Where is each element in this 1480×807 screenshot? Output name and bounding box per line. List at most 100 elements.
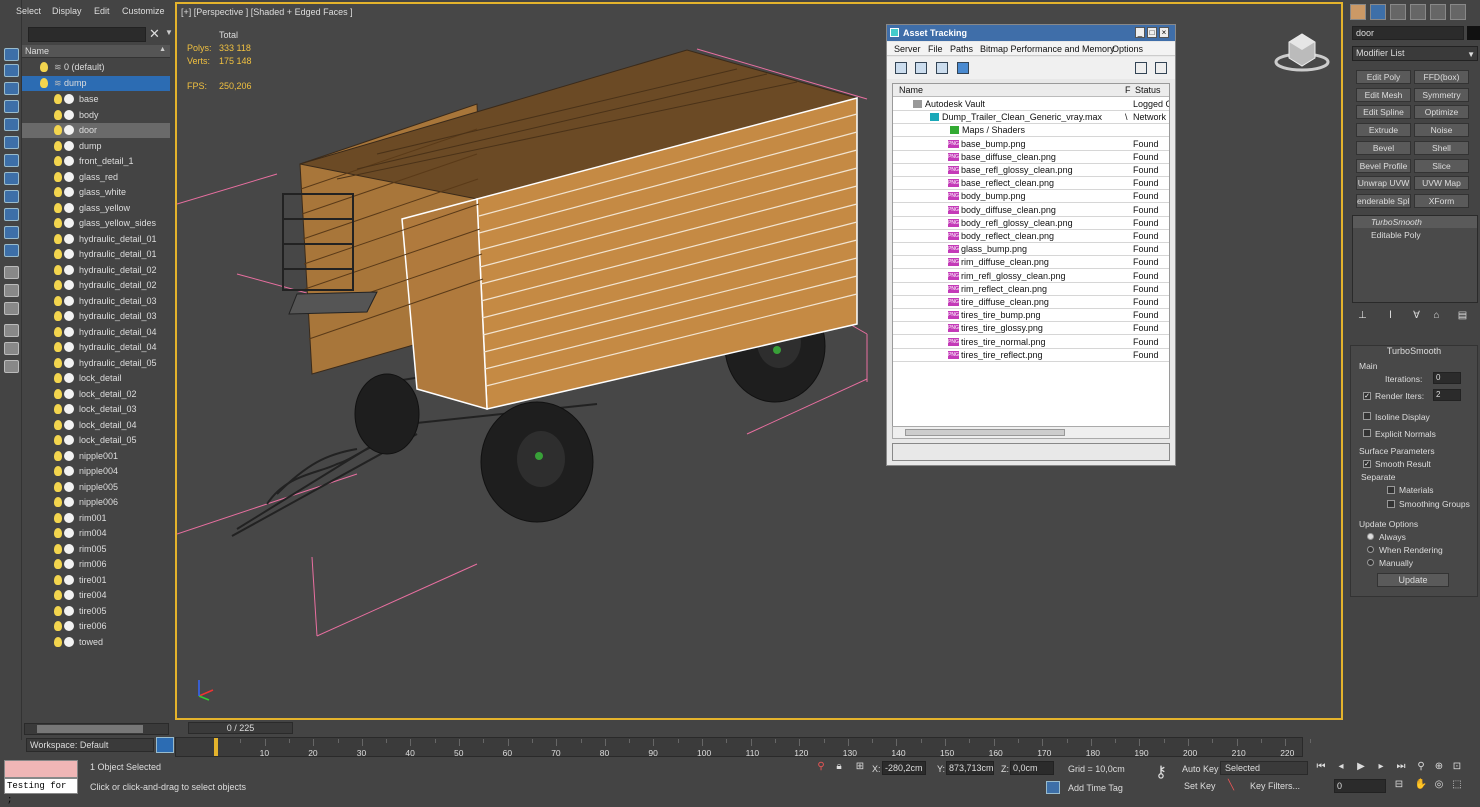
explorer-scrollbar[interactable]: [24, 723, 169, 735]
lightbulb-icon[interactable]: [54, 249, 62, 259]
object-row[interactable]: glass_white: [22, 185, 170, 200]
asset-row[interactable]: PNG base_bump.png Found: [893, 138, 1169, 151]
menu-paths[interactable]: Paths: [950, 44, 973, 54]
lightbulb-icon[interactable]: [54, 94, 62, 104]
modifier-button[interactable]: XForm: [1414, 193, 1469, 208]
object-row[interactable]: glass_yellow_sides: [22, 216, 170, 231]
lightbulb-icon[interactable]: [54, 621, 62, 631]
menu-edit[interactable]: Edit: [94, 6, 110, 16]
lightbulb-icon[interactable]: [54, 109, 62, 120]
maxscript-listener-output[interactable]: [4, 760, 78, 778]
x-coordinate[interactable]: -280,2cm: [882, 761, 926, 775]
modifier-button[interactable]: Slice: [1414, 158, 1469, 173]
lightbulb-icon[interactable]: [54, 404, 62, 414]
configure-sets-icon[interactable]: ▤: [1456, 311, 1469, 322]
lightbulb-icon[interactable]: [54, 156, 62, 166]
maximize-icon[interactable]: □: [1147, 27, 1157, 38]
lightbulb-icon[interactable]: [54, 218, 62, 228]
minimize-icon[interactable]: _: [1135, 27, 1145, 38]
object-row[interactable]: hydraulic_detail_05: [22, 356, 170, 371]
display-none-icon[interactable]: [4, 284, 19, 297]
asset-row[interactable]: PNG tires_tire_reflect.png Found: [893, 349, 1169, 362]
object-row[interactable]: rim006: [22, 557, 170, 572]
object-row[interactable]: glass_red: [22, 170, 170, 185]
workspace-dropdown[interactable]: Workspace: Default: [26, 738, 154, 752]
asset-row[interactable]: PNG base_refl_glossy_clean.png Found: [893, 164, 1169, 177]
asset-row[interactable]: PNG glass_bump.png Found: [893, 243, 1169, 257]
asset-row[interactable]: PNG tires_tire_glossy.png Found: [893, 322, 1169, 336]
zoom-icon[interactable]: ⚲: [1414, 761, 1428, 774]
go-to-start-icon[interactable]: ⏮: [1314, 761, 1328, 774]
make-unique-icon[interactable]: ∀: [1410, 311, 1423, 322]
set-key-button[interactable]: Set Key: [1184, 781, 1216, 791]
modify-tab-icon[interactable]: [1370, 4, 1386, 20]
lightbulb-icon[interactable]: [54, 280, 62, 290]
asset-row[interactable]: PNG body_bump.png Found: [893, 190, 1169, 204]
modifier-button[interactable]: Extrude: [1356, 123, 1411, 138]
smoothing-groups-checkbox[interactable]: [1387, 500, 1395, 508]
settings-icon[interactable]: [1155, 62, 1167, 74]
asset-row[interactable]: PNG base_reflect_clean.png Found: [893, 177, 1169, 191]
object-row[interactable]: lock_detail: [22, 371, 170, 386]
asset-row[interactable]: PNG tires_tire_normal.png Found: [893, 336, 1169, 349]
display-all-icon[interactable]: [4, 266, 19, 279]
object-row[interactable]: nipple006: [22, 495, 170, 510]
object-row[interactable]: hydraulic_detail_01: [22, 247, 170, 262]
asset-row[interactable]: Autodesk Vault Logged Out: [893, 98, 1169, 111]
stack-item-editable-poly[interactable]: Editable Poly: [1353, 229, 1477, 241]
maximize-viewport-icon[interactable]: ⬚: [1450, 779, 1464, 792]
modifier-button[interactable]: FFD(box): [1414, 70, 1469, 84]
set-key-icon[interactable]: ╲: [1224, 780, 1238, 793]
hierarchy-icon[interactable]: [4, 342, 19, 355]
create-tab-icon[interactable]: [1350, 4, 1366, 20]
menu-options[interactable]: Options: [1112, 44, 1143, 54]
key-filters-button[interactable]: Key Filters...: [1250, 781, 1300, 791]
asset-row[interactable]: PNG base_diffuse_clean.png Found: [893, 151, 1169, 164]
lightbulb-icon[interactable]: [54, 497, 62, 507]
lightbulb-icon[interactable]: [54, 202, 62, 213]
asset-row[interactable]: Maps / Shaders: [893, 124, 1169, 138]
lightbulb-icon[interactable]: [54, 373, 62, 383]
asset-row[interactable]: PNG body_diffuse_clean.png Found: [893, 204, 1169, 217]
refresh-icon[interactable]: [895, 62, 907, 74]
object-row[interactable]: door: [22, 123, 170, 138]
lightbulb-icon[interactable]: [54, 481, 62, 492]
lightbulb-icon[interactable]: [54, 528, 62, 538]
lightbulb-icon[interactable]: [54, 419, 62, 430]
help-icon[interactable]: [1135, 62, 1147, 74]
lightbulb-icon[interactable]: [54, 466, 62, 476]
invert-display-icon[interactable]: [4, 302, 19, 315]
find-input[interactable]: [28, 27, 146, 42]
asset-row[interactable]: Dump_Trailer_Clean_Generic_vray.max \ Netw…: [893, 111, 1169, 125]
modifier-button[interactable]: Edit Spline: [1356, 105, 1411, 120]
maxscript-input[interactable]: Testing for ;: [4, 778, 78, 805]
lightbulb-icon[interactable]: [54, 311, 62, 321]
find-dropdown-icon[interactable]: ▼: [165, 28, 173, 37]
manually-radio[interactable]: [1367, 559, 1374, 566]
modifier-button[interactable]: Noise: [1414, 123, 1469, 138]
lightbulb-icon[interactable]: [54, 636, 62, 647]
object-row[interactable]: hydraulic_detail_04: [22, 340, 170, 355]
col-status[interactable]: Status: [1135, 85, 1161, 95]
stack-item-turbosmooth[interactable]: TurboSmooth: [1353, 216, 1477, 228]
object-row[interactable]: lock_detail_04: [22, 418, 170, 433]
y-coordinate[interactable]: 873,713cm: [946, 761, 994, 775]
pan-icon[interactable]: ✋: [1414, 779, 1428, 792]
object-row[interactable]: hydraulic_detail_03: [22, 294, 170, 309]
lightbulb-icon[interactable]: [54, 140, 62, 151]
display-spacewarps-icon[interactable]: [4, 136, 19, 149]
display-helpers-icon[interactable]: [4, 118, 19, 131]
modifier-button[interactable]: Bevel Profile: [1356, 158, 1411, 173]
auto-key-button[interactable]: Auto Key: [1182, 764, 1219, 774]
modifier-button[interactable]: Edit Mesh: [1356, 87, 1411, 102]
clear-find-icon[interactable]: ✕: [149, 26, 160, 42]
lightbulb-icon[interactable]: [54, 590, 62, 600]
iterations-spinner[interactable]: 0: [1433, 372, 1461, 384]
object-row[interactable]: front_detail_1: [22, 154, 170, 169]
object-row[interactable]: tire006: [22, 619, 170, 634]
table-view-icon[interactable]: [957, 62, 969, 74]
close-icon[interactable]: ×: [1159, 27, 1169, 38]
render-iters-spinner[interactable]: 2: [1433, 389, 1461, 401]
select-tool-icon[interactable]: [4, 48, 19, 61]
lightbulb-icon[interactable]: [54, 357, 62, 368]
